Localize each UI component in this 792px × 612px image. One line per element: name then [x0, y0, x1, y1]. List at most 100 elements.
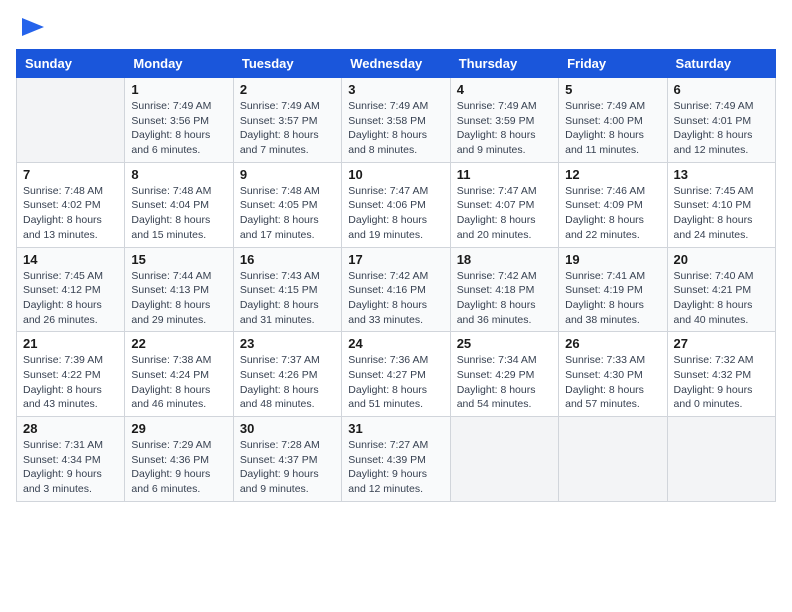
day-info: Sunrise: 7:48 AMSunset: 4:02 PMDaylight:…: [23, 184, 118, 243]
calendar-cell: 11 Sunrise: 7:47 AMSunset: 4:07 PMDayligh…: [450, 162, 558, 247]
day-number: 27: [674, 336, 769, 351]
header-saturday: Saturday: [667, 50, 775, 78]
day-number: 25: [457, 336, 552, 351]
calendar-cell: 21 Sunrise: 7:39 AMSunset: 4:22 PMDayligh…: [17, 332, 125, 417]
header-monday: Monday: [125, 50, 233, 78]
day-number: 14: [23, 252, 118, 267]
day-number: 3: [348, 82, 443, 97]
day-number: 22: [131, 336, 226, 351]
calendar-cell: 2Sunrise: 7:49 AMSunset: 3:57 PMDaylight…: [233, 78, 341, 163]
calendar-cell: 24 Sunrise: 7:36 AMSunset: 4:27 PMDayligh…: [342, 332, 450, 417]
day-info: Sunrise: 7:49 AMSunset: 4:00 PMDaylight:…: [565, 99, 660, 158]
day-info: Sunrise: 7:42 AMSunset: 4:16 PMDaylight:…: [348, 269, 443, 328]
day-info: Sunrise: 7:48 AMSunset: 4:04 PMDaylight:…: [131, 184, 226, 243]
day-number: 28: [23, 421, 118, 436]
day-info: Sunrise: 7:48 AMSunset: 4:05 PMDaylight:…: [240, 184, 335, 243]
calendar-week-row: 7 Sunrise: 7:48 AMSunset: 4:02 PMDaylight…: [17, 162, 776, 247]
calendar-week-row: 28 Sunrise: 7:31 AMSunset: 4:34 PMDayligh…: [17, 417, 776, 502]
day-number: 8: [131, 167, 226, 182]
day-number: 17: [348, 252, 443, 267]
calendar-cell: [667, 417, 775, 502]
header-wednesday: Wednesday: [342, 50, 450, 78]
day-info: Sunrise: 7:45 AMSunset: 4:10 PMDaylight:…: [674, 184, 769, 243]
day-number: 19: [565, 252, 660, 267]
day-info: Sunrise: 7:41 AMSunset: 4:19 PMDaylight:…: [565, 269, 660, 328]
day-number: 16: [240, 252, 335, 267]
day-info: Sunrise: 7:29 AMSunset: 4:36 PMDaylight:…: [131, 438, 226, 497]
day-number: 6: [674, 82, 769, 97]
calendar-cell: 22 Sunrise: 7:38 AMSunset: 4:24 PMDayligh…: [125, 332, 233, 417]
day-info: Sunrise: 7:36 AMSunset: 4:27 PMDaylight:…: [348, 353, 443, 412]
day-info: Sunrise: 7:27 AMSunset: 4:39 PMDaylight:…: [348, 438, 443, 497]
day-number: 7: [23, 167, 118, 182]
calendar-cell: 15 Sunrise: 7:44 AMSunset: 4:13 PMDayligh…: [125, 247, 233, 332]
calendar-cell: 27 Sunrise: 7:32 AMSunset: 4:32 PMDayligh…: [667, 332, 775, 417]
day-info: Sunrise: 7:46 AMSunset: 4:09 PMDaylight:…: [565, 184, 660, 243]
calendar-week-row: 21 Sunrise: 7:39 AMSunset: 4:22 PMDayligh…: [17, 332, 776, 417]
day-info: Sunrise: 7:33 AMSunset: 4:30 PMDaylight:…: [565, 353, 660, 412]
day-number: 29: [131, 421, 226, 436]
calendar-cell: 31Sunrise: 7:27 AMSunset: 4:39 PMDayligh…: [342, 417, 450, 502]
day-info: Sunrise: 7:47 AMSunset: 4:06 PMDaylight:…: [348, 184, 443, 243]
day-number: 13: [674, 167, 769, 182]
calendar-cell: 16Sunrise: 7:43 AMSunset: 4:15 PMDayligh…: [233, 247, 341, 332]
day-number: 12: [565, 167, 660, 182]
day-number: 15: [131, 252, 226, 267]
calendar-cell: 18Sunrise: 7:42 AMSunset: 4:18 PMDayligh…: [450, 247, 558, 332]
day-info: Sunrise: 7:37 AMSunset: 4:26 PMDaylight:…: [240, 353, 335, 412]
day-info: Sunrise: 7:42 AMSunset: 4:18 PMDaylight:…: [457, 269, 552, 328]
calendar-table: SundayMondayTuesdayWednesdayThursdayFrid…: [16, 49, 776, 502]
day-number: 4: [457, 82, 552, 97]
header-tuesday: Tuesday: [233, 50, 341, 78]
calendar-cell: 28 Sunrise: 7:31 AMSunset: 4:34 PMDayligh…: [17, 417, 125, 502]
day-number: 30: [240, 421, 335, 436]
day-info: Sunrise: 7:32 AMSunset: 4:32 PMDaylight:…: [674, 353, 769, 412]
calendar-cell: [17, 78, 125, 163]
calendar-header-row: SundayMondayTuesdayWednesdayThursdayFrid…: [17, 50, 776, 78]
day-number: 24: [348, 336, 443, 351]
header-friday: Friday: [559, 50, 667, 78]
calendar-cell: 29 Sunrise: 7:29 AMSunset: 4:36 PMDayligh…: [125, 417, 233, 502]
calendar-cell: 12 Sunrise: 7:46 AMSunset: 4:09 PMDayligh…: [559, 162, 667, 247]
day-number: 20: [674, 252, 769, 267]
calendar-cell: 19 Sunrise: 7:41 AMSunset: 4:19 PMDayligh…: [559, 247, 667, 332]
day-number: 23: [240, 336, 335, 351]
calendar-cell: 6 Sunrise: 7:49 AMSunset: 4:01 PMDaylight…: [667, 78, 775, 163]
calendar-cell: 8 Sunrise: 7:48 AMSunset: 4:04 PMDaylight…: [125, 162, 233, 247]
calendar-cell: 23 Sunrise: 7:37 AMSunset: 4:26 PMDayligh…: [233, 332, 341, 417]
calendar-cell: 9 Sunrise: 7:48 AMSunset: 4:05 PMDaylight…: [233, 162, 341, 247]
day-info: Sunrise: 7:49 AMSunset: 3:56 PMDaylight:…: [131, 99, 226, 158]
logo-arrow-icon: [22, 18, 44, 36]
day-number: 5: [565, 82, 660, 97]
calendar-cell: 3 Sunrise: 7:49 AMSunset: 3:58 PMDaylight…: [342, 78, 450, 163]
calendar-cell: 10 Sunrise: 7:47 AMSunset: 4:06 PMDayligh…: [342, 162, 450, 247]
header-sunday: Sunday: [17, 50, 125, 78]
day-info: Sunrise: 7:49 AMSunset: 3:57 PMDaylight:…: [240, 99, 335, 158]
day-number: 9: [240, 167, 335, 182]
day-info: Sunrise: 7:39 AMSunset: 4:22 PMDaylight:…: [23, 353, 118, 412]
logo: [16, 16, 44, 41]
day-info: Sunrise: 7:38 AMSunset: 4:24 PMDaylight:…: [131, 353, 226, 412]
day-info: Sunrise: 7:49 AMSunset: 4:01 PMDaylight:…: [674, 99, 769, 158]
page-header: [16, 16, 776, 41]
day-info: Sunrise: 7:44 AMSunset: 4:13 PMDaylight:…: [131, 269, 226, 328]
day-number: 10: [348, 167, 443, 182]
calendar-cell: [559, 417, 667, 502]
calendar-week-row: 14Sunrise: 7:45 AMSunset: 4:12 PMDayligh…: [17, 247, 776, 332]
calendar-cell: 14Sunrise: 7:45 AMSunset: 4:12 PMDayligh…: [17, 247, 125, 332]
calendar-cell: 26Sunrise: 7:33 AMSunset: 4:30 PMDayligh…: [559, 332, 667, 417]
calendar-cell: 7 Sunrise: 7:48 AMSunset: 4:02 PMDaylight…: [17, 162, 125, 247]
day-info: Sunrise: 7:49 AMSunset: 3:59 PMDaylight:…: [457, 99, 552, 158]
day-number: 11: [457, 167, 552, 182]
calendar-cell: 17 Sunrise: 7:42 AMSunset: 4:16 PMDayligh…: [342, 247, 450, 332]
day-info: Sunrise: 7:49 AMSunset: 3:58 PMDaylight:…: [348, 99, 443, 158]
day-info: Sunrise: 7:40 AMSunset: 4:21 PMDaylight:…: [674, 269, 769, 328]
calendar-cell: 5 Sunrise: 7:49 AMSunset: 4:00 PMDaylight…: [559, 78, 667, 163]
day-info: Sunrise: 7:47 AMSunset: 4:07 PMDaylight:…: [457, 184, 552, 243]
day-info: Sunrise: 7:31 AMSunset: 4:34 PMDaylight:…: [23, 438, 118, 497]
calendar-cell: [450, 417, 558, 502]
calendar-cell: 4 Sunrise: 7:49 AMSunset: 3:59 PMDaylight…: [450, 78, 558, 163]
day-number: 21: [23, 336, 118, 351]
day-info: Sunrise: 7:28 AMSunset: 4:37 PMDaylight:…: [240, 438, 335, 497]
header-thursday: Thursday: [450, 50, 558, 78]
